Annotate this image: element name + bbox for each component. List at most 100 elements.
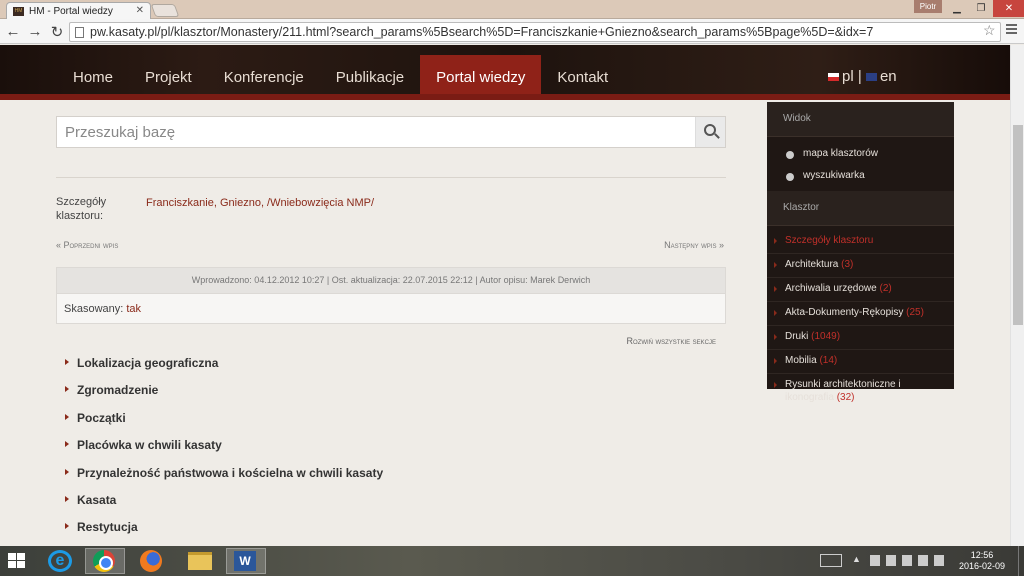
- view-map-link[interactable]: mapa klasztorów: [767, 145, 954, 167]
- nav-home[interactable]: Home: [57, 55, 129, 100]
- caret-right-icon: [65, 359, 69, 365]
- plus-circle-icon: [786, 151, 794, 159]
- url-text: pw.kasaty.pl/pl/klasztor/Monastery/211.h…: [90, 25, 874, 39]
- firefox-icon[interactable]: [140, 550, 162, 572]
- deleted-label: Skasowany:: [64, 303, 124, 315]
- sidebar-item-architektura[interactable]: Architektura (3): [767, 254, 954, 278]
- details-value-link[interactable]: Franciszkanie, Gniezno, /Wniebowzięcia N…: [146, 197, 374, 209]
- nav-portal-wiedzy[interactable]: Portal wiedzy: [420, 55, 542, 100]
- tab-title: HM - Portal wiedzy: [29, 6, 113, 17]
- caret-right-icon: [774, 238, 777, 244]
- minimize-icon[interactable]: ▁: [945, 0, 969, 17]
- view-search-link[interactable]: wyszukiwarka: [767, 167, 954, 189]
- new-tab-button[interactable]: [150, 4, 180, 17]
- caret-right-icon: [774, 358, 777, 364]
- window-icon[interactable]: [886, 555, 896, 566]
- flag-icon[interactable]: [870, 555, 880, 566]
- browser-menu-icon[interactable]: [1006, 24, 1017, 36]
- deleted-value: tak: [126, 303, 142, 315]
- sidebar-item-details[interactable]: Szczegóły klasztoru: [767, 230, 954, 254]
- search-input[interactable]: [57, 117, 694, 147]
- window-controls: ▁ ❐ ✕: [945, 0, 1024, 17]
- caret-right-icon: [774, 286, 777, 292]
- caret-right-icon: [774, 382, 777, 388]
- nav-kontakt[interactable]: Kontakt: [541, 55, 624, 100]
- profile-button[interactable]: Piotr: [914, 0, 942, 13]
- section-placowka[interactable]: Placówka w chwili kasaty: [56, 436, 726, 463]
- klasztor-heading: Klasztor: [767, 191, 954, 226]
- caret-right-icon: [774, 262, 777, 268]
- main-navigation: Home Projekt Konferencje Publikacje Port…: [57, 55, 624, 100]
- site-favicon-icon: HM: [13, 7, 24, 16]
- sidebar-item-druki[interactable]: Druki (1049): [767, 326, 954, 350]
- next-entry-link[interactable]: Następny wpis »: [664, 240, 724, 250]
- keyboard-icon[interactable]: [820, 554, 842, 567]
- show-desktop-button[interactable]: [1018, 546, 1024, 576]
- sidebar-item-akta[interactable]: Akta-Dokumenty-Rękopisy (25): [767, 302, 954, 326]
- bookmark-star-icon[interactable]: ☆: [983, 22, 996, 39]
- nav-konferencje[interactable]: Konferencje: [208, 55, 320, 100]
- caret-right-icon: [65, 441, 69, 448]
- lang-separator: |: [857, 68, 862, 85]
- polish-flag-icon: [828, 73, 839, 81]
- caret-right-icon: [65, 386, 69, 393]
- file-explorer-icon[interactable]: [188, 552, 212, 570]
- system-clock[interactable]: 12:56 2016-02-09: [958, 550, 1006, 572]
- page-scrollbar[interactable]: [1010, 45, 1024, 546]
- section-kasata[interactable]: Kasata: [56, 491, 726, 518]
- lang-pl-link[interactable]: pl: [842, 68, 854, 85]
- section-restytucja[interactable]: Restytucja: [56, 518, 726, 545]
- lang-en-link[interactable]: en: [880, 68, 897, 85]
- show-hidden-icons-icon[interactable]: ▲: [852, 554, 861, 564]
- section-lokalizacja[interactable]: Lokalizacja geograficzna: [56, 354, 726, 381]
- close-window-icon[interactable]: ✕: [993, 0, 1024, 17]
- section-przynaleznosc[interactable]: Przynależność państwowa i kościelna w ch…: [56, 464, 726, 491]
- caret-right-icon: [65, 523, 69, 530]
- network-icon[interactable]: [902, 555, 912, 566]
- english-flag-icon: [865, 73, 877, 81]
- sidebar-item-mobilia[interactable]: Mobilia (14): [767, 350, 954, 374]
- search-button[interactable]: [695, 117, 725, 147]
- divider: [56, 177, 726, 178]
- windows-taskbar: e W ▲ 12:56 2016-02-09: [0, 546, 1024, 576]
- nav-publikacje[interactable]: Publikacje: [320, 55, 420, 100]
- clock-date: 2016-02-09: [958, 561, 1006, 571]
- section-poczatki[interactable]: Początki: [56, 409, 726, 436]
- caret-right-icon: [65, 468, 69, 475]
- volume-icon[interactable]: [934, 555, 944, 566]
- forward-arrow-icon[interactable]: →: [27, 23, 43, 40]
- language-switcher: pl | en: [828, 68, 897, 85]
- sidebar-item-archiwalia[interactable]: Archiwalia urzędowe (2): [767, 278, 954, 302]
- deleted-status: Skasowany: tak: [56, 294, 726, 324]
- search-box: [56, 116, 726, 148]
- browser-tab[interactable]: HM HM - Portal wiedzy ✕: [6, 2, 151, 19]
- reload-icon[interactable]: ↻: [49, 23, 65, 41]
- view-heading: Widok: [767, 102, 954, 137]
- caret-right-icon: [774, 334, 777, 340]
- nav-projekt[interactable]: Projekt: [129, 55, 208, 100]
- caret-right-icon: [65, 413, 69, 420]
- entry-metadata: Wprowadzono: 04.12.2012 10:27 | Ost. akt…: [56, 267, 726, 294]
- maximize-icon[interactable]: ❐: [969, 0, 993, 17]
- browser-tab-bar: HM HM - Portal wiedzy ✕ Piotr ▁ ❐ ✕: [0, 0, 1024, 19]
- plus-circle-icon: [786, 173, 794, 181]
- sidebar-item-rysunki[interactable]: Rysunki architektoniczne i ikonografia (…: [767, 374, 954, 410]
- caret-right-icon: [65, 495, 69, 502]
- sidebar: Widok mapa klasztorów wyszukiwarka Klasz…: [767, 102, 954, 403]
- internet-explorer-icon[interactable]: e: [48, 550, 72, 572]
- chrome-icon[interactable]: [93, 550, 115, 572]
- address-bar[interactable]: pw.kasaty.pl/pl/klasztor/Monastery/211.h…: [69, 22, 1001, 42]
- previous-entry-link[interactable]: « Poprzedni wpis: [56, 240, 118, 250]
- clock-time: 12:56: [970, 550, 994, 560]
- windows-start-icon[interactable]: [8, 553, 26, 569]
- caret-right-icon: [774, 310, 777, 316]
- details-label: Szczegóły klasztoru:: [56, 196, 107, 222]
- signal-icon[interactable]: [918, 555, 928, 566]
- section-zgromadzenie[interactable]: Zgromadzenie: [56, 381, 726, 408]
- expand-all-sections-link[interactable]: Rozwiń wszystkie sekcje: [626, 336, 716, 346]
- back-arrow-icon[interactable]: ←: [5, 23, 21, 40]
- word-icon[interactable]: W: [234, 551, 256, 571]
- scrollbar-thumb[interactable]: [1013, 125, 1023, 325]
- main-content: Szczegóły klasztoru: Franciszkanie, Gnie…: [56, 100, 726, 546]
- close-tab-icon[interactable]: ✕: [136, 5, 144, 16]
